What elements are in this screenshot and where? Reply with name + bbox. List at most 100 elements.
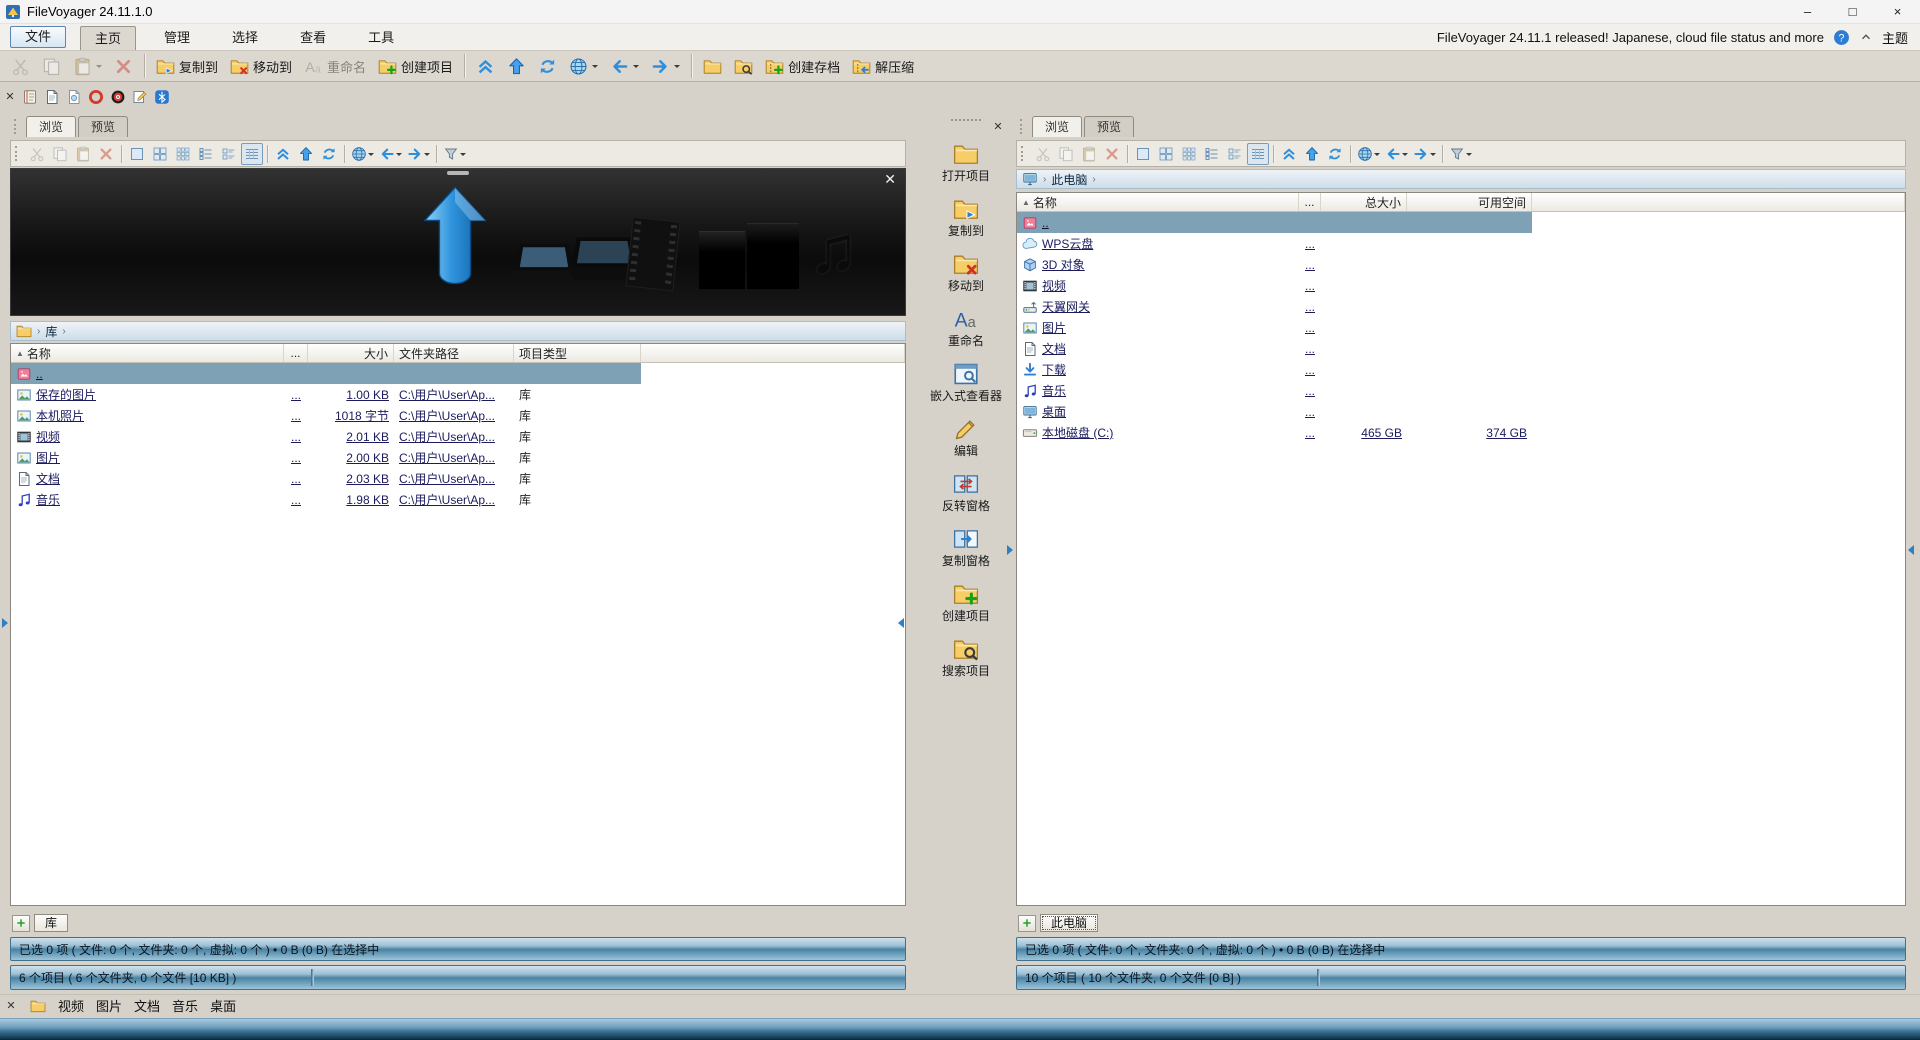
item-name-link[interactable]: 图片 <box>1042 319 1066 336</box>
drag-handle[interactable] <box>15 146 20 161</box>
middle-swap-panes-button[interactable]: 反转窗格 <box>925 465 1007 520</box>
cut-button[interactable] <box>6 53 35 79</box>
item-name-link[interactable]: .. <box>1042 216 1049 230</box>
ribbon-tab-home[interactable]: 主页 <box>80 26 136 50</box>
item-path[interactable]: C:\用户\User\Ap... <box>399 428 495 445</box>
copy-button[interactable] <box>37 53 66 79</box>
item-name-link[interactable]: 桌面 <box>1042 403 1066 420</box>
item-name-link[interactable]: 保存的图片 <box>36 386 96 403</box>
middle-rename-button[interactable]: Aa重命名 <box>925 300 1007 355</box>
drag-handle[interactable] <box>1021 146 1026 161</box>
item-size[interactable]: 1.98 KB <box>346 493 389 507</box>
ribbon-tab-view[interactable]: 查看 <box>286 26 340 50</box>
right-tab-browse[interactable]: 浏览 <box>1032 116 1082 137</box>
item-more[interactable]: ... <box>1305 237 1315 251</box>
right-view-list-button[interactable] <box>1201 143 1223 165</box>
delete-button[interactable] <box>109 53 138 79</box>
document-shortcut[interactable] <box>41 86 63 108</box>
drag-handle[interactable] <box>1020 119 1025 134</box>
file-row-local-disk-c[interactable]: 本地磁盘 (C:)...465 GB374 GB <box>1017 422 1532 443</box>
favorite-desktop[interactable]: 桌面 <box>210 996 236 1015</box>
help-icon[interactable]: ? <box>1833 29 1850 46</box>
middle-open-item-button[interactable]: 打开项目 <box>925 135 1007 190</box>
left-paste-button[interactable] <box>72 143 94 165</box>
item-more[interactable]: ... <box>1305 363 1315 377</box>
left-view-lg-button[interactable] <box>149 143 171 165</box>
right-paste-button[interactable] <box>1078 143 1100 165</box>
file-row-up[interactable]: .. <box>1017 212 1532 233</box>
middle-copy-to-button[interactable]: 复制到 <box>925 190 1007 245</box>
favorite-music[interactable]: 音乐 <box>172 996 198 1015</box>
left-tab-preview[interactable]: 预览 <box>78 116 128 137</box>
left-funnel-button[interactable] <box>441 143 468 165</box>
right-refresh-button[interactable] <box>1324 143 1346 165</box>
breadcrumb-location[interactable]: 库 <box>45 323 57 340</box>
rename-button[interactable]: Aa重命名 <box>299 53 371 79</box>
left-globe-button[interactable] <box>349 143 376 165</box>
collapse-pane-arrow[interactable] <box>2 618 8 628</box>
left-view-details-button[interactable] <box>241 143 263 165</box>
item-more[interactable]: ... <box>291 430 301 444</box>
item-more[interactable]: ... <box>1305 405 1315 419</box>
right-forward-button[interactable] <box>1411 143 1438 165</box>
refresh-button[interactable] <box>533 53 562 79</box>
drag-handle[interactable] <box>951 119 981 121</box>
forward-button[interactable] <box>646 53 685 79</box>
file-row-wps-cloud[interactable]: WPS云盘... <box>1017 233 1532 254</box>
middle-copy-pane-button[interactable]: 复制窗格 <box>925 520 1007 575</box>
item-name-link[interactable]: 图片 <box>36 449 60 466</box>
move-to-button[interactable]: 移动到 <box>225 53 297 79</box>
notebook-shortcut[interactable] <box>19 86 41 108</box>
middle-embedded-viewer-button[interactable]: 嵌入式查看器 <box>925 355 1007 410</box>
file-row-camera-roll[interactable]: 本机照片...1018 字节C:\用户\User\Ap...库 <box>11 405 641 426</box>
item-path[interactable]: C:\用户\User\Ap... <box>399 449 495 466</box>
right-copy-button[interactable] <box>1055 143 1077 165</box>
page-shortcut[interactable] <box>63 86 85 108</box>
ribbon-tab-tools[interactable]: 工具 <box>354 26 408 50</box>
left-arrow-top-button[interactable] <box>272 143 294 165</box>
item-name-link[interactable]: 视频 <box>1042 277 1066 294</box>
ribbon-tab-select[interactable]: 选择 <box>218 26 272 50</box>
open-folder-button[interactable] <box>698 53 727 79</box>
item-path[interactable]: C:\用户\User\Ap... <box>399 470 495 487</box>
close-toolbar-icon[interactable]: ✕ <box>3 90 17 104</box>
item-name-link[interactable]: 下载 <box>1042 361 1066 378</box>
column-header-0[interactable]: ▲名称 <box>1017 193 1299 211</box>
left-forward-button[interactable] <box>405 143 432 165</box>
item-path[interactable]: C:\用户\User\Ap... <box>399 491 495 508</box>
item-more[interactable]: ... <box>1305 342 1315 356</box>
item-more[interactable]: ... <box>291 409 301 423</box>
file-row-gateway[interactable]: 天翼网关... <box>1017 296 1532 317</box>
file-row-documents[interactable]: 文档... <box>1017 338 1532 359</box>
item-path[interactable]: C:\用户\User\Ap... <box>399 407 495 424</box>
file-row-downloads[interactable]: 下载... <box>1017 359 1532 380</box>
file-row-3d-objects[interactable]: 3D 对象... <box>1017 254 1532 275</box>
left-view-tiles-button[interactable] <box>218 143 240 165</box>
file-row-up[interactable]: .. <box>11 363 641 384</box>
item-more[interactable]: ... <box>1305 321 1315 335</box>
file-row-videos[interactable]: 视频...2.01 KBC:\用户\User\Ap...库 <box>11 426 641 447</box>
left-copy-button[interactable] <box>49 143 71 165</box>
item-more[interactable]: ... <box>1305 426 1315 440</box>
item-more[interactable]: ... <box>291 388 301 402</box>
right-tab-preview[interactable]: 预览 <box>1084 116 1134 137</box>
item-name-link[interactable]: 本地磁盘 (C:) <box>1042 424 1113 441</box>
file-row-desktop[interactable]: 桌面... <box>1017 401 1532 422</box>
ribbon-tab-manage[interactable]: 管理 <box>150 26 204 50</box>
bottom-tab-library[interactable]: 库 <box>34 914 68 932</box>
right-funnel-button[interactable] <box>1447 143 1474 165</box>
ribbon-tab-file[interactable]: 文件 <box>10 26 66 48</box>
bottom-tab-this-pc[interactable]: 此电脑 <box>1040 914 1098 932</box>
go-up-button[interactable] <box>502 53 531 79</box>
item-name-link[interactable]: WPS云盘 <box>1042 235 1093 252</box>
right-arrow-top-button[interactable] <box>1278 143 1300 165</box>
item-more[interactable]: ... <box>291 451 301 465</box>
column-header-2[interactable]: 总大小 <box>1321 193 1407 211</box>
item-size[interactable]: 2.01 KB <box>346 430 389 444</box>
file-row-pictures[interactable]: 图片... <box>1017 317 1532 338</box>
copy-to-button[interactable]: 复制到 <box>151 53 223 79</box>
middle-create-item-button[interactable]: 创建项目 <box>925 575 1007 630</box>
middle-search-item-button[interactable]: 搜索项目 <box>925 630 1007 685</box>
back-button[interactable] <box>605 53 644 79</box>
breadcrumb-location[interactable]: 此电脑 <box>1051 171 1087 188</box>
